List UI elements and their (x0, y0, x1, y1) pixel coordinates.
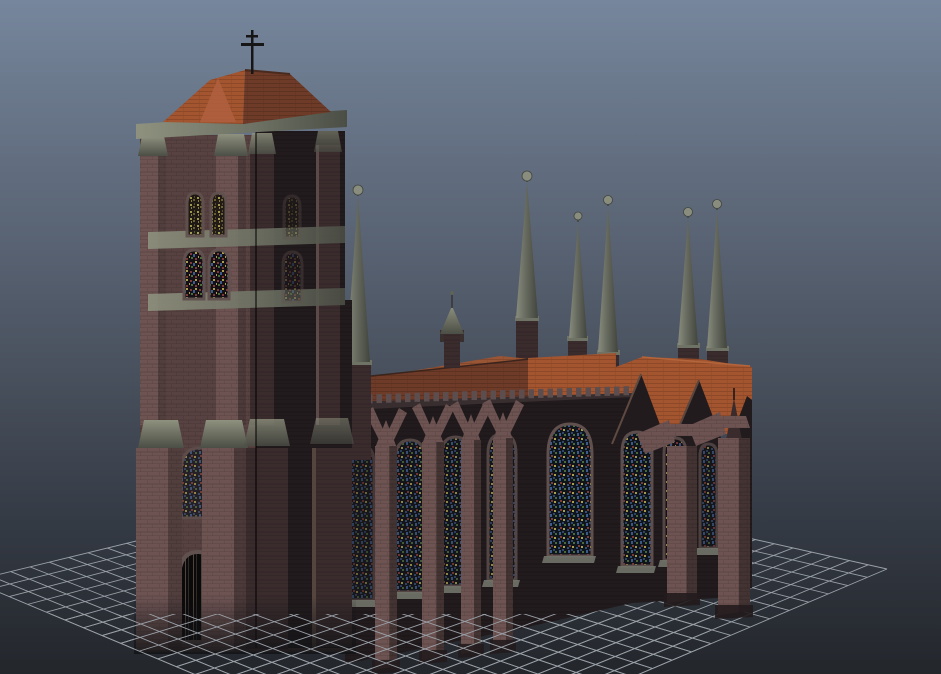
lantern-body (444, 330, 460, 368)
window-glass (209, 250, 229, 299)
lantern-finial (450, 291, 454, 295)
spire-finial-ball (522, 171, 532, 181)
spire-finial-ball (604, 196, 613, 205)
buttress-cap (310, 418, 354, 444)
window-glass (184, 250, 204, 299)
cross-bar-upper (246, 35, 258, 38)
window-glass (187, 193, 203, 236)
stained-glass-window (211, 193, 226, 236)
window-sill (616, 566, 656, 573)
stained-glass-window (284, 196, 300, 238)
pier-shade (739, 438, 750, 613)
buttress (316, 145, 340, 425)
spire-finial-ball (713, 200, 722, 209)
viewport[interactable] (0, 0, 941, 674)
stained-glass-window (542, 424, 596, 563)
stained-glass-window (184, 250, 204, 299)
crenellation-tooth (538, 389, 544, 398)
window-glass (283, 252, 302, 302)
crenellation-tooth (481, 391, 487, 400)
stained-glass-window (283, 252, 302, 302)
buttress-cap (248, 133, 276, 154)
spire-finial-ball (574, 212, 582, 220)
pier-shade (506, 438, 513, 648)
crenellation-tooth (624, 386, 630, 395)
buttress-cap (314, 131, 342, 152)
crenellation-tooth (491, 390, 497, 399)
buttress-cap (200, 420, 248, 448)
window-glass (700, 444, 717, 548)
window-glass (350, 446, 374, 600)
crenellation-tooth (377, 394, 383, 403)
pier-shade (687, 446, 698, 601)
pier-foot (664, 593, 700, 607)
pier-shade (474, 440, 481, 652)
crenellation-tooth (605, 387, 611, 396)
crenellation-tooth (386, 394, 392, 403)
stained-glass-window (209, 250, 229, 299)
buttress-shade (158, 150, 166, 425)
window-sill (542, 556, 596, 563)
crenellation-tooth (557, 388, 563, 397)
crenellation-tooth (510, 390, 516, 399)
pier-cap (718, 416, 750, 428)
buttress-cap (214, 134, 248, 156)
crenellation-tooth (453, 392, 459, 401)
buttress-edge (316, 145, 319, 425)
crenellation-tooth (415, 393, 421, 402)
stained-glass-window (187, 193, 203, 236)
pinnacle-finial (733, 388, 735, 400)
crenellation-tooth (472, 391, 478, 400)
buttress (250, 148, 274, 425)
buttress-cap (244, 419, 290, 446)
crenellation-tooth (434, 392, 440, 401)
bell-tower (134, 30, 356, 654)
window-sill (694, 548, 721, 555)
lantern-mast (451, 294, 452, 308)
crenellation-tooth (462, 391, 468, 400)
window-glass (284, 196, 300, 238)
spire-finial-ball (353, 185, 363, 195)
window-glass (548, 424, 592, 556)
crenellation-tooth (405, 393, 411, 402)
buttress-cap (138, 136, 168, 156)
viewport-canvas[interactable] (0, 0, 941, 674)
cross-bar-lower (241, 43, 264, 46)
crenellation-tooth (519, 390, 525, 399)
crenellation-tooth (586, 387, 592, 396)
window-glass (211, 193, 226, 236)
crenellation-tooth (567, 388, 573, 397)
window-glass (395, 440, 425, 592)
crenellation-tooth (424, 393, 430, 402)
pier-foot (715, 605, 753, 619)
crenellation-tooth (500, 390, 506, 399)
crenellation-tooth (576, 388, 582, 397)
crenellation-tooth (614, 387, 620, 396)
crenellation-tooth (443, 392, 449, 401)
crenellation-tooth (396, 393, 402, 402)
spire-finial-ball (684, 208, 693, 217)
stained-glass-window (616, 432, 656, 573)
buttress-shade (238, 150, 246, 425)
crenellation-tooth (548, 389, 554, 398)
crenellation-tooth (595, 387, 601, 396)
buttress-cap (138, 420, 184, 448)
crenellation-tooth (529, 389, 535, 398)
